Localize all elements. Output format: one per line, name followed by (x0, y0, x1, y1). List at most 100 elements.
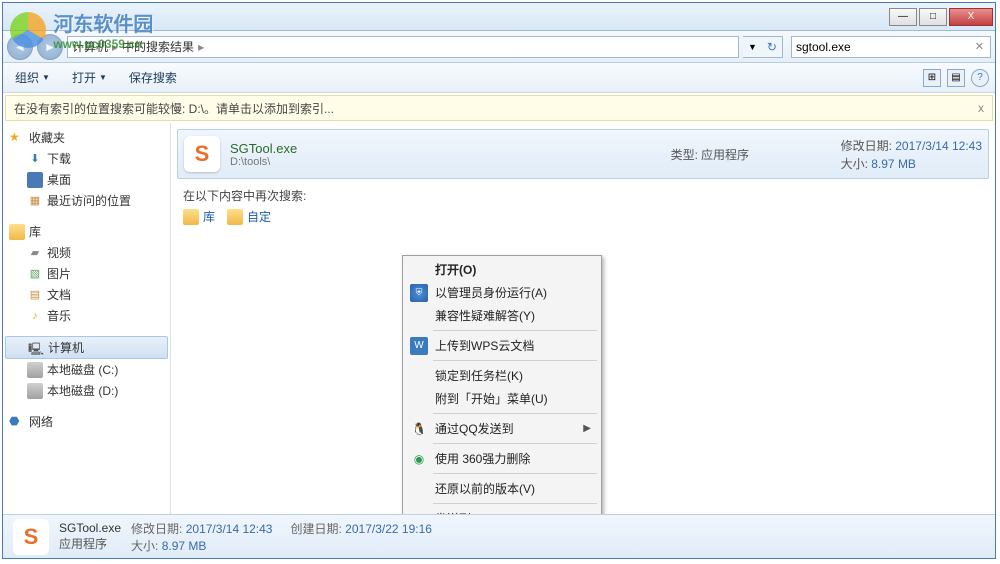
address-bar[interactable]: 计算机 ▸ 中的搜索结果 ▸ (67, 36, 739, 58)
clear-search-icon[interactable]: ✕ (973, 40, 986, 53)
sidebar: ★收藏夹 ⬇下载 桌面 ▦最近访问的位置 库 ▰视频 ▧图片 ▤文档 ♪音乐 🖳… (3, 123, 171, 514)
menu-separator (433, 413, 597, 414)
desktop-icon (27, 172, 43, 188)
save-search-button[interactable]: 保存搜索 (123, 66, 183, 89)
search-again-libraries[interactable]: 库 (183, 208, 215, 225)
sidebar-item-recent[interactable]: ▦最近访问的位置 (3, 190, 170, 211)
search-again-section: 在以下内容中再次搜索: 库 自定 (183, 187, 983, 225)
chevron-right-icon: ▶ (583, 513, 591, 514)
sidebar-item-video[interactable]: ▰视频 (3, 242, 170, 263)
view-mode2-icon[interactable]: ▤ (947, 69, 965, 87)
status-size-value: 8.97 MB (162, 539, 207, 553)
search-again-custom[interactable]: 自定 (227, 208, 271, 225)
sidebar-item-downloads[interactable]: ⬇下载 (3, 148, 170, 169)
size-value: 8.97 MB (871, 157, 916, 171)
open-button[interactable]: 打开▼ (66, 66, 113, 89)
result-path: D:\tools\ (230, 156, 661, 168)
chevron-down-icon: ▼ (99, 73, 107, 82)
close-button[interactable]: X (949, 8, 993, 26)
refresh-area: ▼ ↻ (743, 36, 783, 58)
menu-separator (433, 443, 597, 444)
status-bar: S SGTool.exe 应用程序 修改日期: 2017/3/14 12:43 … (3, 514, 995, 558)
status-mod-value: 2017/3/14 12:43 (186, 522, 273, 536)
search-result-item[interactable]: S SGTool.exe D:\tools\ 类型: 应用程序 修改日期: 20… (177, 129, 989, 179)
toolbar: 组织▼ 打开▼ 保存搜索 ⊞ ▤ ? (3, 63, 995, 93)
chevron-down-icon: ▼ (42, 73, 50, 82)
type-value: 应用程序 (701, 148, 749, 162)
size-label: 大小: (841, 157, 868, 171)
library-icon (9, 224, 25, 240)
view-mode1-icon[interactable]: ⊞ (923, 69, 941, 87)
picture-icon: ▧ (27, 266, 43, 282)
menu-upload-wps[interactable]: W上传到WPS云文档 (405, 334, 599, 357)
status-create-value: 2017/3/22 19:16 (345, 522, 432, 536)
sidebar-item-pictures[interactable]: ▧图片 (3, 263, 170, 284)
refresh-icon[interactable]: ↻ (767, 40, 777, 54)
watermark-url: www.pc0359.cn (53, 37, 153, 51)
menu-compat-troubleshoot[interactable]: 兼容性疑难解答(Y) (405, 304, 599, 327)
date-value: 2017/3/14 12:43 (895, 139, 982, 153)
menu-pin-taskbar[interactable]: 锁定到任务栏(K) (405, 364, 599, 387)
music-icon: ♪ (27, 308, 43, 324)
dropdown-icon[interactable]: ▼ (748, 42, 757, 52)
sidebar-item-music[interactable]: ♪音乐 (3, 305, 170, 326)
shield-icon: ⛨ (410, 284, 428, 302)
sidebar-item-drive-c[interactable]: 本地磁盘 (C:) (3, 359, 170, 380)
menu-separator (433, 360, 597, 361)
wps-icon: W (410, 337, 428, 355)
sidebar-computer-header[interactable]: 🖳计算机 (5, 336, 168, 359)
close-infobar-icon[interactable]: x (978, 101, 984, 115)
video-icon: ▰ (27, 245, 43, 261)
organize-button[interactable]: 组织▼ (9, 66, 56, 89)
result-filename: SGTool.exe (230, 141, 661, 156)
main-panel: S SGTool.exe D:\tools\ 类型: 应用程序 修改日期: 20… (171, 123, 995, 514)
search-input[interactable] (796, 40, 973, 54)
menu-restore-version[interactable]: 还原以前的版本(V) (405, 477, 599, 500)
menu-send-to[interactable]: 发送到(N)▶ (405, 507, 599, 514)
drive-icon (27, 362, 43, 378)
computer-icon: 🖳 (28, 340, 44, 356)
watermark-logo (10, 12, 46, 48)
status-app-icon: S (13, 519, 49, 555)
sidebar-network-header[interactable]: ⬣网络 (3, 411, 170, 432)
status-filetype: 应用程序 (59, 535, 121, 552)
library-icon (183, 209, 199, 225)
menu-qq-send[interactable]: 🐧通过QQ发送到▶ (405, 417, 599, 440)
menu-run-as-admin[interactable]: ⛨以管理员身份运行(A) (405, 281, 599, 304)
network-icon: ⬣ (9, 414, 25, 430)
type-label: 类型: (671, 148, 698, 162)
download-icon: ⬇ (27, 151, 43, 167)
sidebar-item-desktop[interactable]: 桌面 (3, 169, 170, 190)
menu-separator (433, 503, 597, 504)
360-icon: ◉ (410, 450, 428, 468)
status-create-label: 创建日期: (290, 522, 341, 536)
help-icon[interactable]: ? (971, 69, 989, 87)
minimize-button[interactable]: — (889, 8, 917, 26)
maximize-button[interactable]: □ (919, 8, 947, 26)
document-icon: ▤ (27, 287, 43, 303)
chevron-right-icon: ▸ (198, 40, 204, 54)
watermark-cn: 河东软件园 (53, 8, 153, 37)
sidebar-libraries-header[interactable]: 库 (3, 221, 170, 242)
status-filename: SGTool.exe (59, 521, 121, 535)
status-size-label: 大小: (131, 539, 158, 553)
menu-open[interactable]: 打开(O) (405, 258, 599, 281)
qq-icon: 🐧 (410, 420, 428, 438)
recent-icon: ▦ (27, 193, 43, 209)
menu-pin-start[interactable]: 附到「开始」菜单(U) (405, 387, 599, 410)
search-box[interactable]: ✕ (791, 36, 991, 58)
chevron-right-icon: ▶ (583, 423, 591, 434)
status-mod-label: 修改日期: (131, 522, 182, 536)
sidebar-item-drive-d[interactable]: 本地磁盘 (D:) (3, 380, 170, 401)
drive-icon (27, 383, 43, 399)
menu-360-delete[interactable]: ◉使用 360强力删除 (405, 447, 599, 470)
search-again-label: 在以下内容中再次搜索: (183, 187, 983, 204)
sidebar-favorites-header[interactable]: ★收藏夹 (3, 127, 170, 148)
watermark: 河东软件园 www.pc0359.cn (10, 8, 153, 51)
content-area: ★收藏夹 ⬇下载 桌面 ▦最近访问的位置 库 ▰视频 ▧图片 ▤文档 ♪音乐 🖳… (3, 123, 995, 514)
info-bar[interactable]: 在没有索引的位置搜索可能较慢: D:\。请单击以添加到索引... x (5, 95, 993, 121)
folder-icon (227, 209, 243, 225)
explorer-window: — □ X ◄ ► 计算机 ▸ 中的搜索结果 ▸ ▼ ↻ ✕ 组织▼ 打开▼ 保… (2, 2, 996, 559)
app-icon: S (184, 136, 220, 172)
sidebar-item-documents[interactable]: ▤文档 (3, 284, 170, 305)
